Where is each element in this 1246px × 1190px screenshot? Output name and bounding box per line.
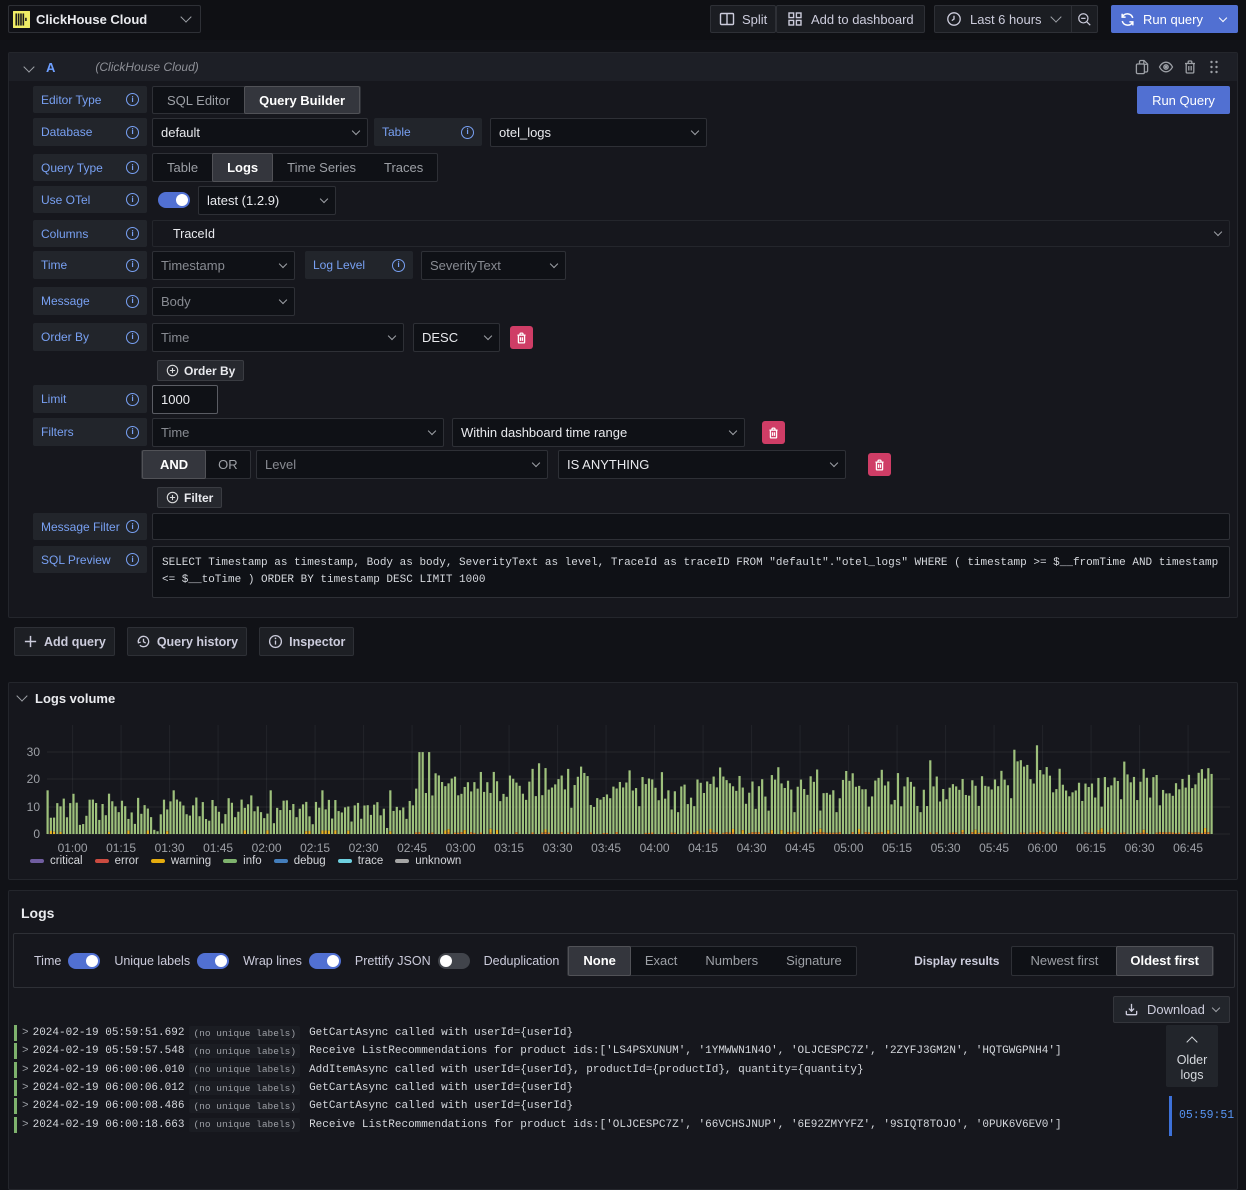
svg-text:03:30: 03:30 [543,841,573,855]
svg-text:10: 10 [27,800,41,814]
svg-text:03:15: 03:15 [494,841,524,855]
svg-text:04:45: 04:45 [785,841,815,855]
svg-text:04:00: 04:00 [640,841,670,855]
svg-text:0: 0 [33,827,40,841]
svg-text:04:15: 04:15 [688,841,718,855]
svg-text:06:45: 06:45 [1173,841,1203,855]
svg-text:06:15: 06:15 [1076,841,1106,855]
svg-text:05:15: 05:15 [882,841,912,855]
svg-text:06:30: 06:30 [1125,841,1155,855]
svg-text:04:30: 04:30 [737,841,767,855]
svg-text:05:45: 05:45 [979,841,1009,855]
svg-text:05:30: 05:30 [931,841,961,855]
svg-text:30: 30 [27,745,41,759]
svg-text:06:00: 06:00 [1028,841,1058,855]
svg-text:05:00: 05:00 [834,841,864,855]
svg-text:03:45: 03:45 [591,841,621,855]
svg-text:20: 20 [27,772,41,786]
